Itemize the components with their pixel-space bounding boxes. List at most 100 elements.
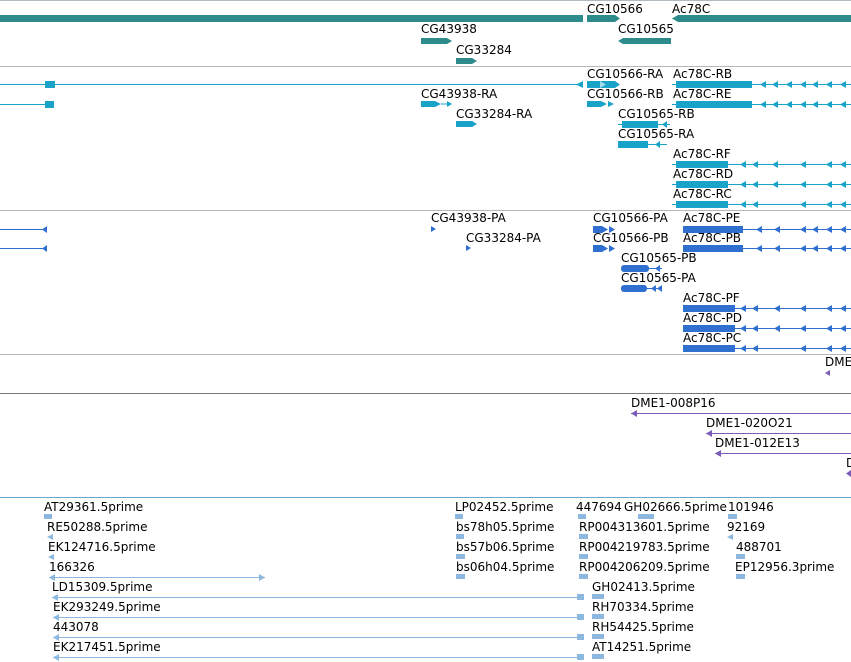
arrow-left-icon: [618, 38, 623, 44]
protein-label: CG33284-PA: [466, 231, 542, 245]
transcript-label: Ac78C-RE: [673, 87, 732, 101]
transcript-exon[interactable]: [587, 101, 601, 107]
est-feature[interactable]: [456, 574, 465, 579]
arrow-left-icon: [42, 226, 47, 233]
gene-feature[interactable]: [678, 15, 851, 22]
arrow-left-icon: [706, 430, 712, 437]
est-feature[interactable]: [736, 574, 745, 579]
arrow-left-icon: [53, 654, 59, 661]
transcript-label: CG43938-RA: [421, 87, 498, 101]
protein-label: Ac78C-PD: [683, 311, 742, 325]
est-feature[interactable]: [44, 514, 52, 519]
est-feature[interactable]: [577, 614, 584, 620]
est-label: GH02666.5prime: [624, 500, 727, 514]
gene-feature[interactable]: [623, 38, 671, 44]
est-feature[interactable]: [577, 594, 584, 600]
gene-feature[interactable]: [587, 15, 615, 22]
arrow-left-icon: [576, 81, 583, 88]
arrow-left-icon: [651, 285, 656, 292]
protein-segment[interactable]: [593, 245, 615, 252]
est-feature[interactable]: [456, 554, 465, 559]
est-feature[interactable]: [579, 554, 588, 559]
est-label: EK124716.5prime: [48, 540, 156, 554]
arrow-right-icon: [472, 121, 477, 127]
protein-label: CG43938-PA: [431, 211, 507, 225]
protein-label: Ac78C-PB: [683, 231, 741, 245]
clone-label: DME1-012E13: [715, 436, 800, 450]
est-label: bs06h04.5prime: [456, 560, 554, 574]
est-feature[interactable]: [592, 594, 604, 599]
est-label: 447694: [576, 500, 622, 514]
transcript-exon[interactable]: [45, 101, 54, 108]
protein-segment[interactable]: [621, 285, 647, 292]
est-feature[interactable]: [592, 654, 604, 659]
est-feature[interactable]: [592, 614, 604, 619]
est-label: bs57b06.5prime: [456, 540, 554, 554]
transcript-label: CG10566-RA: [587, 67, 664, 81]
transcript-label: CG10566-RB: [587, 87, 664, 101]
gene-feature[interactable]: [421, 38, 447, 44]
est-label: 101946: [728, 500, 774, 514]
est-label: AT14251.5prime: [592, 640, 691, 654]
gene-label: Ac78C: [672, 2, 710, 16]
est-label: EP12956.3prime: [735, 560, 834, 574]
est-label: LP02452.5prime: [455, 500, 554, 514]
est-feature[interactable]: [577, 634, 584, 640]
transcript-label: CG10565-RB: [618, 107, 695, 121]
arrow-right-icon: [447, 101, 452, 107]
est-label: EK293249.5prime: [53, 600, 161, 614]
arrow-right-icon: [608, 101, 614, 107]
arrow-left-icon: [631, 410, 637, 417]
est-feature[interactable]: [578, 514, 586, 519]
est-feature[interactable]: [579, 534, 588, 539]
clone-label: D: [846, 456, 851, 470]
arrow-left-icon: [846, 470, 851, 477]
transcript-track: CG10566-RA Ac78C-RB CG43938-RA CG10566-R…: [0, 66, 851, 208]
est-feature[interactable]: [579, 574, 588, 579]
gene-feature[interactable]: [0, 15, 583, 22]
transcript-exon[interactable]: [456, 121, 472, 127]
est-feature[interactable]: [456, 534, 464, 539]
est-label: 443078: [53, 620, 99, 634]
est-label: RH70334.5prime: [592, 600, 694, 614]
gene-feature[interactable]: [456, 58, 472, 64]
arrow-left-icon: [655, 141, 660, 148]
est-feature[interactable]: [638, 514, 654, 519]
transcript-label: Ac78C-RD: [673, 167, 733, 181]
protein-label: CG10566-PA: [593, 211, 669, 225]
gene-label: CG10566: [587, 2, 643, 16]
arrow-left-icon: [657, 285, 662, 292]
protein-label: Ac78C-PF: [683, 291, 740, 305]
arrow-left-icon: [727, 534, 733, 540]
arrow-right-icon: [466, 245, 471, 251]
est-label: 488701: [736, 540, 782, 554]
transcript-label: CG10565-RA: [618, 127, 695, 141]
est-label: RP004219783.5prime: [579, 540, 710, 554]
arrow-right-icon: [431, 226, 436, 232]
arrow-right-icon: [447, 38, 452, 44]
transcript-exon[interactable]: [618, 141, 648, 148]
protein-label: CG10566-PB: [593, 231, 669, 245]
arrow-left-icon: [715, 450, 721, 457]
gene-track: CG10566 Ac78C CG43938 CG10565 CG33284: [0, 0, 851, 64]
est-feature[interactable]: [736, 554, 745, 559]
est-label: RE50288.5prime: [47, 520, 148, 534]
est-feature[interactable]: [592, 634, 604, 639]
protein-label: Ac78C-PC: [683, 331, 741, 345]
arrow-left-icon: [42, 245, 47, 252]
protein-track: CG43938-PA CG10566-PA Ac78C-PE CG33284-P…: [0, 210, 851, 352]
track-label: DME: [825, 355, 851, 369]
est-label: AT29361.5prime: [44, 500, 143, 514]
est-label: EK217451.5prime: [53, 640, 161, 654]
est-track: AT29361.5prime LP02452.5prime 447694 GH0…: [0, 497, 851, 661]
est-label: bs78h05.5prime: [456, 520, 554, 534]
est-feature[interactable]: [728, 514, 737, 519]
transcript-exon[interactable]: [45, 81, 55, 88]
est-feature[interactable]: [455, 514, 463, 519]
genome-browser-canvas: CG10566 Ac78C CG43938 CG10565 CG33284 CG…: [0, 0, 851, 661]
transcript-exon[interactable]: [421, 101, 435, 107]
est-feature[interactable]: [577, 654, 584, 660]
gene-label: CG10565: [618, 22, 674, 36]
arrow-right-icon: [472, 58, 477, 64]
est-label: LD15309.5prime: [52, 580, 153, 594]
